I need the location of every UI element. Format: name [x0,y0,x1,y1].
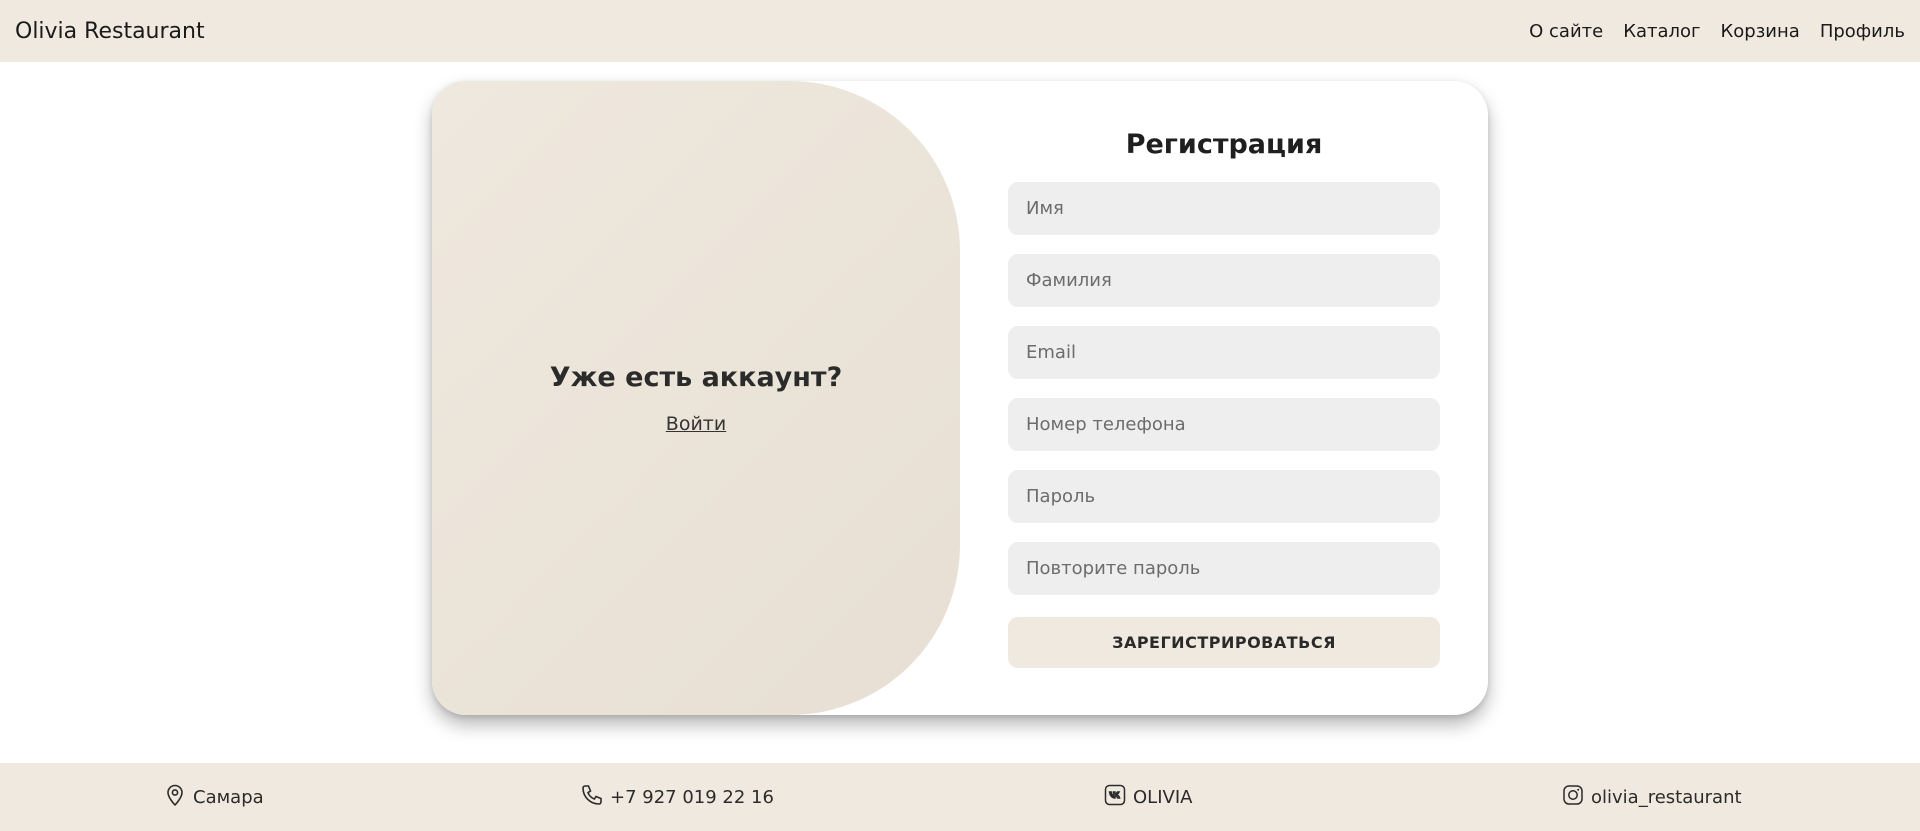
footer: Самара +7 927 019 22 16 OLIVIA olivia_re… [0,763,1920,831]
last-name-input[interactable] [1008,254,1440,307]
password-input[interactable] [1008,470,1440,523]
footer-instagram[interactable]: olivia_restaurant [1561,763,1742,831]
email-input[interactable] [1008,326,1440,379]
first-name-input[interactable] [1008,182,1440,235]
footer-city-text: Самара [193,786,264,808]
registration-card: Уже есть аккаунт? Войти Регистрация ЗАРЕ… [432,81,1488,715]
vk-icon [1103,783,1127,812]
instagram-icon [1561,783,1585,812]
footer-phone-text: +7 927 019 22 16 [610,786,774,808]
nav-link-profile[interactable]: Профиль [1820,21,1905,42]
nav-link-catalog[interactable]: Каталог [1623,21,1700,42]
footer-instagram-text: olivia_restaurant [1591,786,1742,808]
footer-phone[interactable]: +7 927 019 22 16 [580,763,774,831]
footer-vk[interactable]: OLIVIA [1103,763,1192,831]
nav-link-about[interactable]: О сайте [1529,21,1603,42]
form-title: Регистрация [1125,129,1323,160]
registration-form: Регистрация ЗАРЕГИСТРИРОВАТЬСЯ [1008,81,1440,715]
login-prompt-panel: Уже есть аккаунт? Войти [432,81,960,715]
footer-city: Самара [163,763,264,831]
phone-icon [580,783,604,812]
nav-links: О сайте Каталог Корзина Профиль [1529,21,1905,42]
brand-logo-link[interactable]: Olivia Restaurant [15,19,205,44]
login-prompt-title: Уже есть аккаунт? [549,361,843,393]
navbar: Olivia Restaurant О сайте Каталог Корзин… [0,0,1920,62]
nav-link-cart[interactable]: Корзина [1721,21,1800,42]
footer-vk-text: OLIVIA [1133,786,1193,808]
login-link[interactable]: Войти [666,413,726,435]
location-pin-icon [163,783,187,812]
register-button[interactable]: ЗАРЕГИСТРИРОВАТЬСЯ [1008,617,1440,668]
phone-input[interactable] [1008,398,1440,451]
repeat-password-input[interactable] [1008,542,1440,595]
